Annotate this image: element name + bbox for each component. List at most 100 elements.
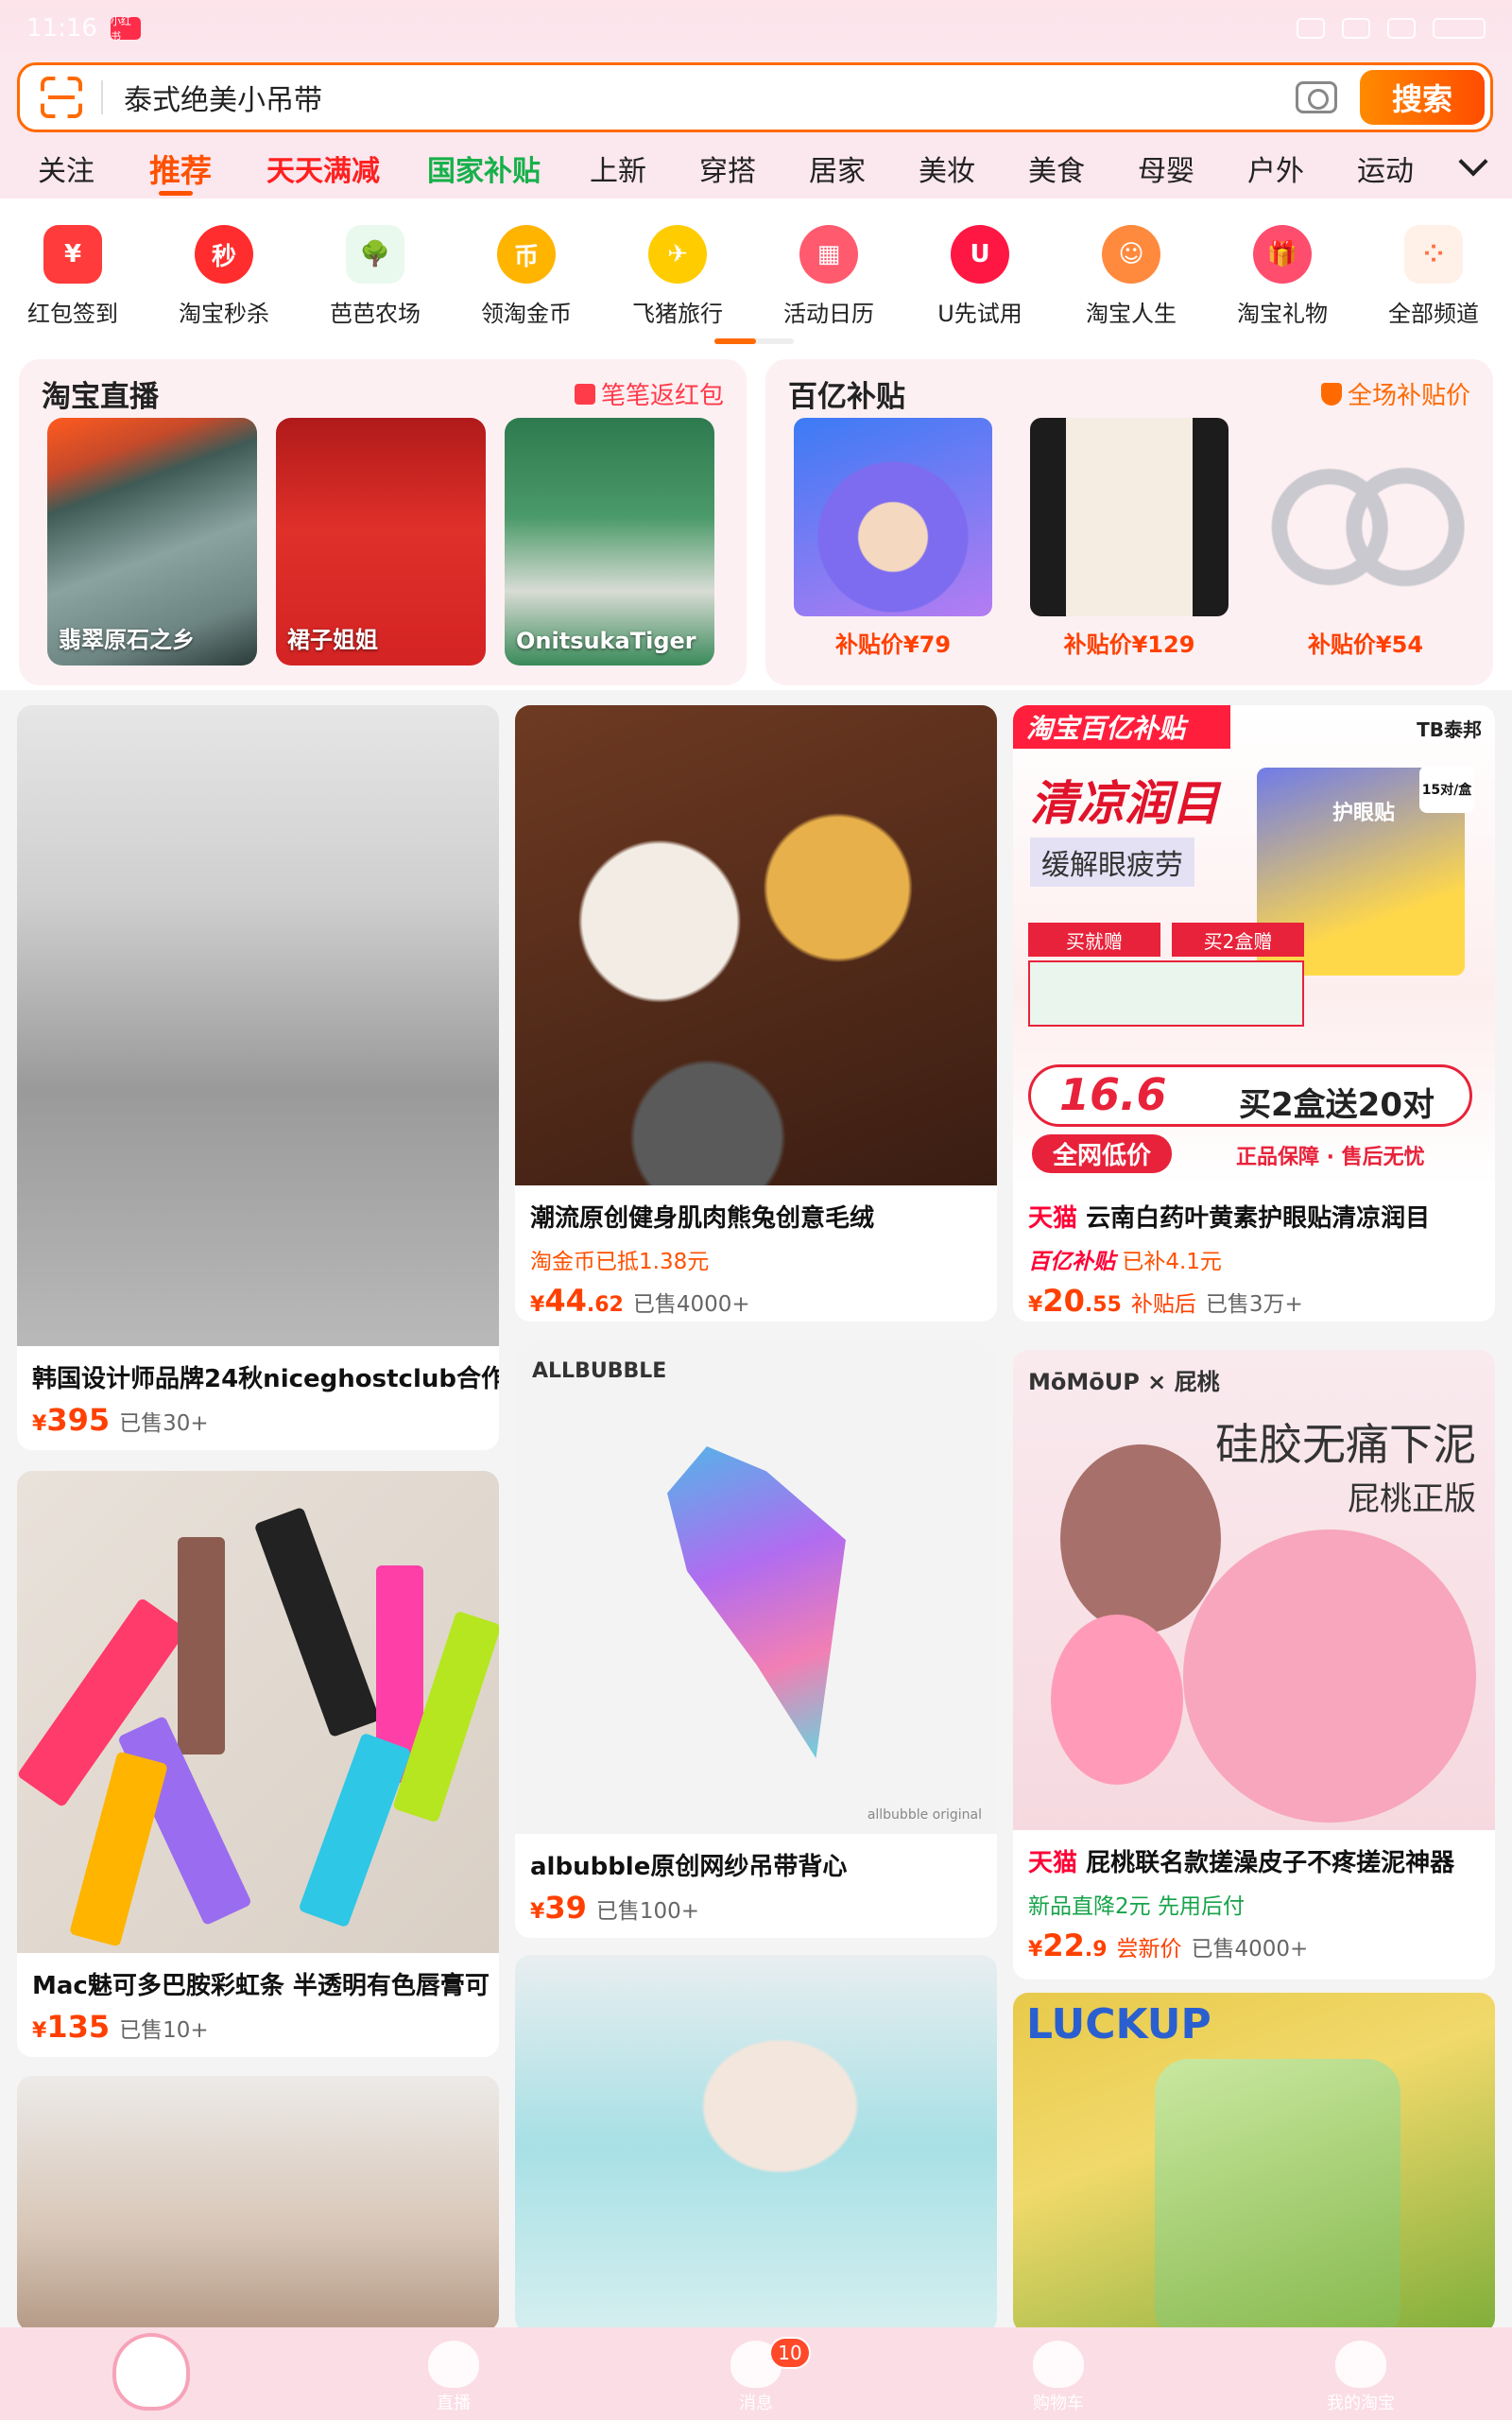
channel-travel[interactable]: ✈ 飞猪旅行 (616, 225, 739, 328)
search-input[interactable]: 泰式绝美小吊带 (124, 77, 1296, 118)
live-card[interactable]: 淘宝直播 笔笔返红包 翡翠原石之乡 裙子姐姐 OnitsukaTiger (19, 359, 747, 685)
camera-icon[interactable] (1296, 81, 1337, 113)
subsidy-item[interactable]: 补贴价¥79 (784, 418, 1002, 659)
scan-icon[interactable] (41, 77, 82, 118)
tab-baby[interactable]: 母婴 (1138, 147, 1194, 189)
product-title: 韩国设计师品牌24秋niceghostclub合作 (32, 1365, 499, 1393)
channel-calendar[interactable]: ▦ 活动日历 (767, 225, 890, 328)
subsidy-item[interactable]: 补贴价¥129 (1021, 418, 1238, 659)
sold-count: 已售30+ (119, 1411, 209, 1436)
channel-label: 淘宝秒杀 (179, 301, 269, 327)
price-row: ¥39 已售100+ (515, 1890, 997, 1926)
tab-follow[interactable]: 关注 (38, 147, 94, 189)
tab-outdoor[interactable]: 户外 (1247, 147, 1304, 189)
product-image (515, 705, 997, 1185)
product-card[interactable]: Mac魅可多巴胺彩虹条 半透明有色唇膏可 ¥135 已售10+ (17, 1471, 499, 2057)
channel-coins[interactable]: 币 领淘金币 (465, 225, 588, 328)
subsidy-card[interactable]: 百亿补贴 全场补贴价 补贴价¥79 补贴价¥129 补贴价¥54 (765, 359, 1493, 685)
sold-count: 已售3万+ (1205, 1292, 1303, 1317)
tab-outfit[interactable]: 穿搭 (699, 147, 756, 189)
tab-daily-discount[interactable]: 天天满减 (266, 147, 380, 189)
price: ¥395 (32, 1402, 111, 1438)
product-card[interactable]: 淘宝百亿补贴 TB泰邦 清凉润目 缓解眼疲劳 护眼贴 15对/盒 买就赠 买2盒… (1013, 705, 1495, 1322)
app-badge-icon: 小红书 (110, 15, 141, 43)
header: 泰式绝美小吊带 搜索 关注 推荐 天天满减 国家补贴 上新 穿搭 居家 美妆 美… (0, 57, 1512, 199)
shield-check-icon (1321, 382, 1342, 406)
price-note: 尝新价 (1116, 1937, 1182, 1962)
channel-life[interactable]: ☺ 淘宝人生 (1070, 225, 1193, 328)
product-card[interactable]: ALLBUBBLE allbubble original albubble原创网… (515, 1342, 997, 1938)
channel-gift[interactable]: 🎁 淘宝礼物 (1221, 225, 1344, 328)
box-label: 护眼贴 (1332, 802, 1396, 825)
live-title: 淘宝直播 (42, 380, 159, 414)
product-card[interactable] (17, 2076, 499, 2331)
live-tag: 笔笔返红包 (575, 376, 724, 411)
phone-case-shape (1155, 2059, 1400, 2333)
product-image: MōMōUP × 屁桃 硅胶无痛下泥 屁桃正版 (1013, 1350, 1495, 1830)
product-image (17, 2076, 499, 2331)
nav-messages[interactable]: 消息 10 (605, 2327, 907, 2420)
tab-food[interactable]: 美食 (1028, 147, 1085, 189)
brand-logo: MōMōUP × 屁桃 (1028, 1369, 1220, 1395)
channel-label: 活动日历 (783, 301, 874, 327)
nav-home[interactable] (0, 2327, 302, 2420)
tab-new[interactable]: 上新 (590, 147, 646, 189)
channel-flash-sale[interactable]: 秒 淘宝秒杀 (163, 225, 285, 328)
banner-promo: 买2盒送20对 (1239, 1086, 1435, 1124)
sold-count: 已售4000+ (632, 1292, 750, 1317)
chevron-down-icon[interactable] (1458, 147, 1488, 177)
channel-scroll-indicator (714, 338, 794, 344)
price-row: ¥20.55 补贴后 已售3万+ (1013, 1283, 1495, 1319)
sold-count: 已售10+ (119, 2018, 209, 2043)
live-label: 翡翠原石之乡 (59, 627, 195, 653)
price-row: ¥135 已售10+ (17, 2009, 499, 2045)
gold-coin-icon: 币 (497, 225, 556, 284)
channel-farm[interactable]: 🌳 芭芭农场 (314, 225, 437, 328)
live-thumb-dress[interactable]: 裙子姐姐 (276, 418, 486, 666)
price: ¥44.62 (530, 1283, 624, 1319)
nav-live[interactable]: 直播 (302, 2327, 605, 2420)
nav-label: 购物车 (1033, 2394, 1084, 2413)
product-card[interactable]: 潮流原创健身肌肉熊兔创意毛绒 淘金币已抵1.38元 ¥44.62 已售4000+ (515, 705, 997, 1322)
channel-label: 飞猪旅行 (632, 301, 723, 327)
nav-label: 直播 (437, 2394, 471, 2413)
subsidy-item[interactable]: 补贴价¥54 (1257, 418, 1474, 659)
product-title: Mac魅可多巴胺彩虹条 半透明有色唇膏可 (32, 1972, 490, 2000)
product-title: albubble原创网纱吊带背心 (530, 1853, 848, 1881)
product-card[interactable]: LUCKUP (1013, 1993, 1495, 2333)
brand-logo: LUCKUP (1026, 2000, 1211, 2048)
subsidy-shirt-image (1030, 418, 1228, 616)
flying-pig-icon: ✈ (648, 225, 707, 284)
tab-national-subsidy[interactable]: 国家补贴 (427, 147, 541, 189)
category-tabs: 关注 推荐 天天满减 国家补贴 上新 穿搭 居家 美妆 美食 母婴 户外 运动 (0, 144, 1512, 196)
live-thumb-jade[interactable]: 翡翠原石之乡 (47, 418, 257, 666)
live-tag-label: 笔笔返红包 (601, 382, 725, 410)
subsidy-note: 百亿补贴 已补4.1元 (1028, 1250, 1222, 1274)
gift-packs (1028, 960, 1304, 1027)
channel-all[interactable]: ⁘ 全部频道 (1372, 225, 1495, 328)
live-thumb-shoes[interactable]: OnitsukaTiger (505, 418, 714, 666)
channel-trial[interactable]: U U先试用 (919, 225, 1041, 328)
tab-beauty[interactable]: 美妆 (919, 147, 975, 189)
product-card[interactable]: MōMōUP × 屁桃 硅胶无痛下泥 屁桃正版 天猫 屁桃联名款搓澡皮子不疼搓泥… (1013, 1350, 1495, 1979)
nav-cart[interactable]: 购物车 (907, 2327, 1210, 2420)
tab-recommend[interactable]: 推荐 (149, 146, 212, 191)
price-banner: 16.6 买2盒送20对 (1028, 1064, 1472, 1127)
product-card[interactable]: 韩国设计师品牌24秋niceghostclub合作 ¥395 已售30+ (17, 705, 499, 1450)
ad-headline: 清凉润目 (1030, 776, 1219, 831)
chart-icon (575, 383, 595, 405)
product-card[interactable] (515, 1955, 997, 2333)
battery-icon (1433, 18, 1486, 39)
search-bar[interactable]: 泰式绝美小吊带 搜索 (17, 62, 1493, 132)
u-trial-icon: U (951, 225, 1009, 284)
coin-discount: 淘金币已抵1.38元 (530, 1250, 710, 1274)
tab-sports[interactable]: 运动 (1357, 147, 1414, 189)
search-button[interactable]: 搜索 (1360, 70, 1485, 125)
channel-label: 淘宝礼物 (1237, 301, 1328, 327)
banner-price: 16.6 (1059, 1069, 1167, 1120)
channel-red-envelope[interactable]: ¥ 红包签到 (11, 225, 134, 328)
nav-profile[interactable]: 我的淘宝 (1210, 2327, 1512, 2420)
tab-home[interactable]: 居家 (809, 147, 866, 189)
product-image (17, 1471, 499, 1953)
status-time: 11:16 (26, 14, 97, 43)
